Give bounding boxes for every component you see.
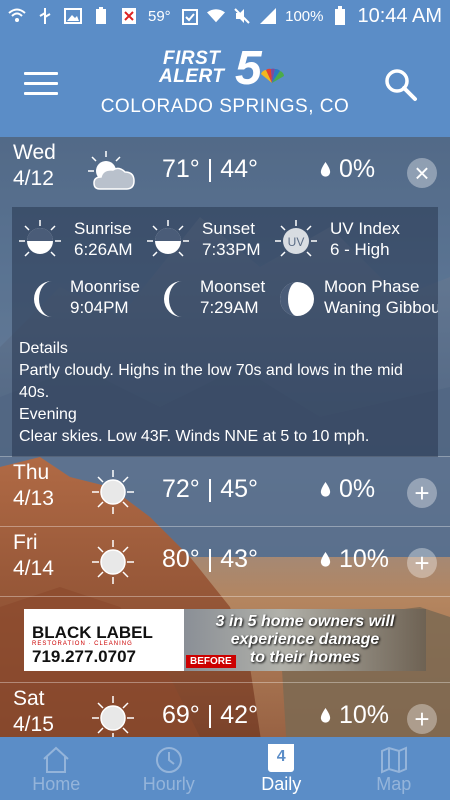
expand-button[interactable]: + [407,548,437,578]
home-icon [43,746,69,773]
expand-button[interactable]: + [407,704,437,734]
battery-percent: 100% [285,7,324,25]
details-heading: Details [19,340,68,357]
hamburger-menu-icon[interactable] [24,72,58,96]
nav-home[interactable]: Home [0,737,113,800]
ad-promo: 3 in 5 home owners will experience damag… [184,609,426,671]
details-text: Partly cloudy. Highs in the low 70s and … [19,362,403,401]
moonrise-item: Moonrise 9:04PM [28,275,168,321]
svg-text:UV: UV [288,235,305,249]
mute-icon [233,7,251,25]
first-alert-5-logo: FIRST ALERT 5 [159,45,293,96]
day-row-wed[interactable]: Wed 4/12 71° | 44° 0% × Sunrise 6:26AM S… [0,137,450,457]
raindrop-icon [320,482,331,497]
day-temps: 72° | 45° [162,475,258,503]
day-temps: 69° | 42° [162,701,258,729]
ad-before-label: BEFORE [186,655,236,668]
bottom-navigation: Home Hourly 4 Daily Map [0,737,450,800]
sunrise-item: Sunrise 6:26AM [18,217,158,263]
sunny-icon [92,696,134,740]
day-date: 4/13 [13,487,54,510]
moon-phase-item: Moon Phase Waning Gibbous [278,275,438,321]
day-date: 4/14 [13,557,54,580]
collapse-button[interactable]: × [407,158,437,188]
moonset-time: 7:29AM [200,298,259,317]
nbc-peacock-icon [261,68,284,83]
partly-cloudy-icon [88,151,135,190]
location-label[interactable]: COLORADO SPRINGS, CO [0,96,450,118]
nav-daily[interactable]: 4 Daily [225,737,338,800]
battery-icon [331,6,349,25]
raindrop-icon [320,708,331,723]
sunny-icon [92,540,134,584]
day-name: Wed [13,141,56,164]
sunset-time: 7:33PM [202,240,261,259]
day-row-thu[interactable]: Thu 4/13 72° | 45° 0% + [0,457,450,527]
wifi-signal-icon [207,7,226,25]
raindrop-icon [320,162,331,177]
day-date: 4/12 [13,167,54,190]
map-icon [380,746,407,774]
clock-icon [155,747,182,773]
status-bar: 59° 100% 10:44 AM [0,0,450,32]
uv-index-value: 6 - High [330,240,390,259]
clock: 10:44 AM [357,4,442,27]
sunset-item: Sunset 7:33PM [146,217,286,263]
uv-index-item: UV UV Index 6 - High [274,217,414,263]
day-temps: 80° | 43° [162,545,258,573]
clipboard-check-icon [181,7,199,25]
uv-index-icon: UV [275,220,317,257]
evening-text: Clear skies. Low 43F. Winds NNE at 5 to … [19,428,370,445]
app-header: FIRST ALERT 5 COLORADO SPRINGS, CO [0,32,450,137]
calendar-icon: 4 [268,744,295,772]
waning-gibbous-moon-icon [280,282,314,316]
day-details-panel: Sunrise 6:26AM Sunset 7:33PM UV UV Index… [12,207,438,457]
precip-chance: 10% [320,545,389,574]
precip-chance: 10% [320,701,389,730]
day-name: Sat [13,687,45,710]
moonset-item: Moonset 7:29AM [158,275,298,321]
moon-phase-value: Waning Gibbous [324,298,438,317]
battery-saver-icon [92,7,110,25]
sunny-icon [92,470,134,514]
forecast-details: Details Partly cloudy. Highs in the low … [19,338,431,448]
day-row-fri[interactable]: Fri 4/14 80° | 43° 10% + [0,527,450,597]
sunset-icon [147,220,189,257]
day-temps: 71° | 44° [162,155,258,183]
precip-chance: 0% [320,155,375,184]
ad-phone: 719.277.0707 [32,647,136,666]
nav-map[interactable]: Map [338,737,450,800]
nav-hourly[interactable]: Hourly [113,737,226,800]
day-name: Fri [13,531,38,554]
usb-icon [36,7,54,25]
daily-forecast-list: Wed 4/12 71° | 44° 0% × Sunrise 6:26AM S… [0,137,450,752]
ad-brand: BLACK LABEL RESTORATION · CLEANING 719.2… [24,609,184,671]
advertisement-banner[interactable]: BLACK LABEL RESTORATION · CLEANING 719.2… [24,609,426,671]
evening-heading: Evening [19,406,77,423]
expand-button[interactable]: + [407,478,437,508]
wifi-icon [8,7,26,25]
moonset-icon [164,281,182,317]
blocked-icon [120,7,138,25]
precip-chance: 0% [320,475,375,504]
image-icon [64,7,82,25]
raindrop-icon [320,552,331,567]
ad-brand-name: BLACK LABEL [32,623,153,642]
moonrise-time: 9:04PM [70,298,129,317]
status-temperature: 59° [148,7,171,25]
cell-signal-icon [259,7,277,25]
day-name: Thu [13,461,50,484]
day-date: 4/15 [13,713,54,736]
moonrise-icon [34,281,52,317]
sunrise-time: 6:26AM [74,240,133,259]
sunrise-icon [19,220,61,257]
